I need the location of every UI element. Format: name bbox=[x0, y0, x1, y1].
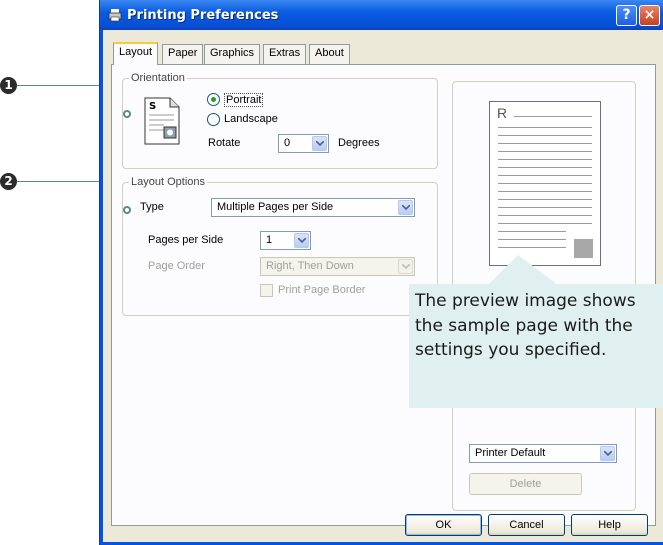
preview-line bbox=[498, 191, 592, 192]
preview-line bbox=[498, 239, 566, 240]
cancel-button[interactable]: Cancel bbox=[488, 514, 565, 536]
printing-preferences-window: Printing Preferences ? × Layout Paper Gr… bbox=[99, 0, 663, 545]
pages-per-side-select[interactable]: 1 bbox=[260, 231, 311, 250]
tab-about[interactable]: About bbox=[309, 44, 350, 64]
preview-page-letter: R bbox=[497, 105, 508, 121]
preview-image-block bbox=[574, 239, 593, 258]
help-title-button[interactable]: ? bbox=[616, 5, 637, 26]
close-title-button[interactable]: × bbox=[639, 5, 660, 26]
preview-line bbox=[498, 247, 566, 248]
layout-options-group: Layout Options Type Multiple Pages per S… bbox=[122, 176, 438, 316]
page-order-select[interactable]: Right, Then Down bbox=[260, 257, 415, 276]
preview-line bbox=[498, 207, 592, 208]
layout-options-group-label: Layout Options bbox=[129, 176, 207, 188]
type-select[interactable]: Multiple Pages per Side bbox=[211, 198, 415, 217]
preview-line bbox=[498, 135, 592, 136]
preview-line bbox=[498, 215, 592, 216]
callout-2-anchor bbox=[123, 206, 131, 214]
favorites-select[interactable]: Printer Default bbox=[469, 444, 617, 463]
preview-line bbox=[498, 159, 592, 160]
page-order-value: Right, Then Down bbox=[266, 260, 354, 272]
page-order-label: Page Order bbox=[148, 260, 205, 272]
svg-text:S: S bbox=[149, 101, 156, 112]
preview-line bbox=[498, 223, 592, 224]
preview-line bbox=[498, 231, 566, 232]
printer-icon bbox=[108, 9, 122, 22]
preview-line bbox=[498, 167, 592, 168]
preview-line bbox=[498, 127, 592, 128]
portrait-page-icon: S bbox=[144, 97, 180, 145]
help-button[interactable]: Help bbox=[571, 514, 648, 536]
callout-1-anchor bbox=[123, 110, 131, 118]
landscape-radio[interactable] bbox=[207, 113, 220, 126]
preview-line bbox=[498, 199, 592, 200]
tab-layout[interactable]: Layout bbox=[113, 42, 159, 65]
preview-tooltip: The preview image shows the sample page … bbox=[409, 284, 663, 408]
title-bar[interactable]: Printing Preferences ? × bbox=[100, 0, 663, 30]
ok-button[interactable]: OK bbox=[405, 514, 482, 536]
preview-line bbox=[498, 151, 592, 152]
chevron-down-icon[interactable] bbox=[312, 136, 327, 151]
print-border-checkbox[interactable] bbox=[260, 284, 273, 297]
portrait-radio[interactable] bbox=[207, 93, 220, 106]
tooltip-pointer bbox=[488, 255, 558, 285]
preview-page: R bbox=[489, 101, 601, 266]
pages-per-side-label: Pages per Side bbox=[148, 234, 224, 246]
rotate-select[interactable]: 0 bbox=[278, 134, 329, 153]
preview-line bbox=[514, 116, 592, 117]
rotate-label: Rotate bbox=[208, 137, 241, 149]
print-border-label[interactable]: Print Page Border bbox=[278, 284, 365, 296]
type-value: Multiple Pages per Side bbox=[217, 201, 334, 213]
degrees-label: Degrees bbox=[338, 137, 380, 149]
landscape-label[interactable]: Landscape bbox=[224, 113, 278, 125]
rotate-value: 0 bbox=[284, 137, 291, 149]
type-label: Type bbox=[140, 201, 164, 213]
preview-line bbox=[498, 183, 592, 184]
favorites-value: Printer Default bbox=[475, 447, 546, 459]
chevron-down-icon[interactable] bbox=[600, 446, 615, 461]
tab-graphics[interactable]: Graphics bbox=[204, 44, 261, 64]
orientation-group-label: Orientation bbox=[129, 72, 187, 84]
delete-button[interactable]: Delete bbox=[469, 473, 582, 495]
window-title: Printing Preferences bbox=[127, 8, 279, 23]
orientation-group: Orientation S Portrait Landscape Rotate bbox=[122, 72, 438, 169]
tab-paper[interactable]: Paper bbox=[162, 44, 204, 64]
tab-extras[interactable]: Extras bbox=[263, 44, 307, 64]
chevron-down-icon[interactable] bbox=[398, 200, 413, 215]
callout-1-badge: 1 bbox=[0, 77, 17, 94]
pages-per-side-value: 1 bbox=[266, 234, 273, 246]
preview-line bbox=[498, 143, 592, 144]
preview-line bbox=[498, 175, 592, 176]
portrait-label[interactable]: Portrait bbox=[224, 93, 264, 107]
chevron-down-icon[interactable] bbox=[294, 233, 309, 248]
callout-2-badge: 2 bbox=[0, 173, 17, 190]
chevron-down-icon[interactable] bbox=[398, 259, 413, 274]
